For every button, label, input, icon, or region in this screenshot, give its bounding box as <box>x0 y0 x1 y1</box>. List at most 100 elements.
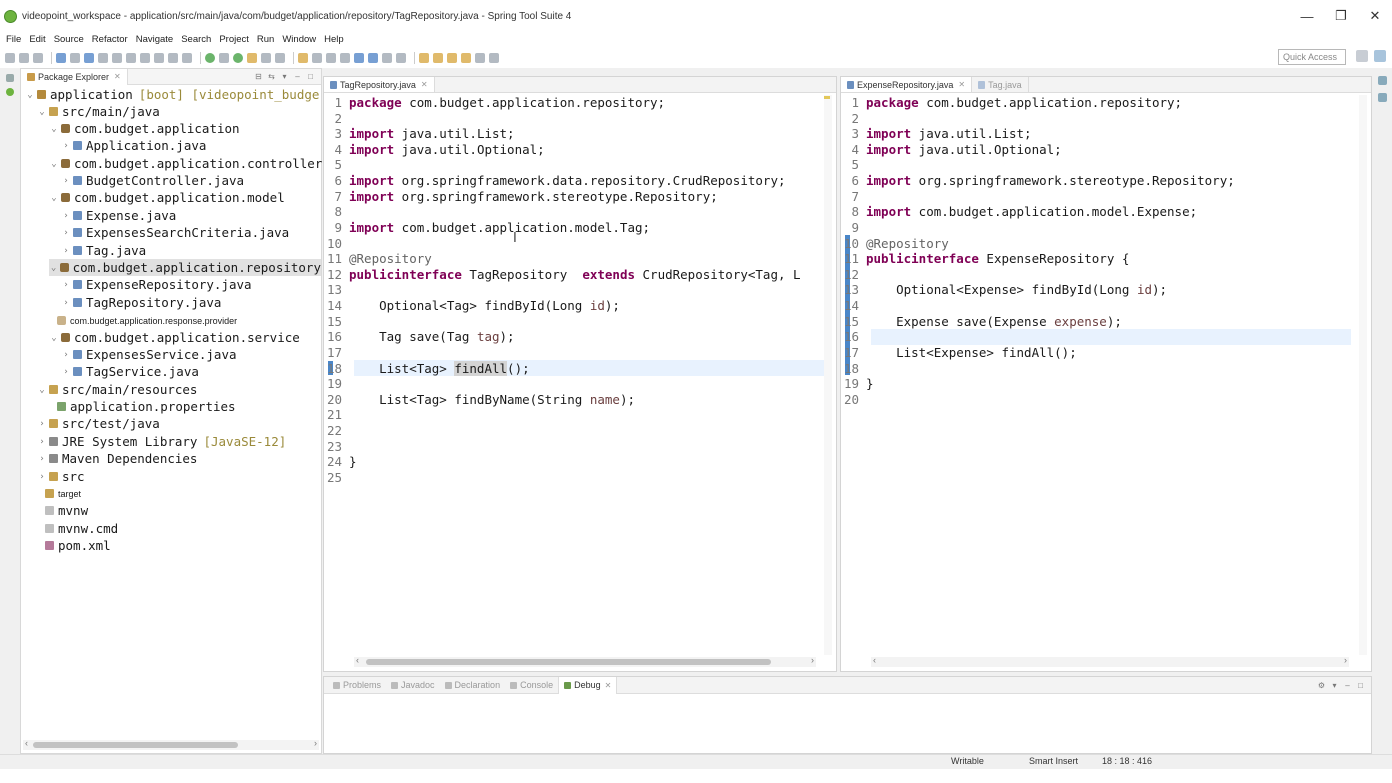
tree-item-file[interactable]: › ExpensesSearchCriteria.java <box>61 224 361 241</box>
quick-access-input[interactable]: Quick Access <box>1278 49 1346 65</box>
step-over-icon[interactable] <box>168 52 178 63</box>
boot-dashboard-trim-icon[interactable] <box>6 74 14 82</box>
collapsed-icon[interactable]: › <box>61 176 71 186</box>
tab-javadoc[interactable]: Javadoc <box>386 680 440 690</box>
stop-icon[interactable] <box>261 52 271 63</box>
new-icon[interactable] <box>5 52 15 63</box>
relaunch-icon[interactable] <box>275 52 285 63</box>
expanded-icon[interactable]: ⌄ <box>49 159 59 169</box>
status-insert-mode[interactable]: Smart Insert <box>1029 756 1078 766</box>
tab-console[interactable]: Console <box>505 680 558 690</box>
task-list-trim-icon[interactable] <box>1377 93 1387 102</box>
tree-item-jre[interactable]: › JRE System Library [JavaSE-12] <box>37 433 337 450</box>
tab-expense-repository[interactable]: ExpenseRepository.java ✕ <box>841 77 973 92</box>
terminate-icon[interactable] <box>126 52 136 63</box>
close-tab-icon[interactable]: ✕ <box>114 72 121 81</box>
maximize-view-icon[interactable]: □ <box>306 72 315 81</box>
tab-declaration[interactable]: Declaration <box>440 680 506 690</box>
tree-item-package[interactable]: ⌄ com.budget.application <box>49 120 349 137</box>
next-annotation-icon[interactable] <box>419 52 429 63</box>
collapsed-icon[interactable]: › <box>37 454 47 464</box>
spring-trim-icon[interactable] <box>6 88 14 96</box>
outline-trim-icon[interactable] <box>1377 76 1387 85</box>
tree-item-file[interactable]: mvnw <box>43 502 343 519</box>
collapsed-icon[interactable]: › <box>61 141 71 151</box>
package-explorer-tab[interactable]: Package Explorer ✕ <box>21 68 128 85</box>
tree-item-file[interactable]: › Application.java <box>61 137 361 154</box>
skip-breakpoints-icon[interactable] <box>70 52 80 63</box>
collapsed-icon[interactable]: › <box>37 437 47 447</box>
disconnect-icon[interactable] <box>140 52 150 63</box>
horizontal-scrollbar[interactable]: ‹ › <box>23 738 319 750</box>
expanded-icon[interactable]: ⌄ <box>49 193 59 203</box>
overview-ruler[interactable] <box>1359 95 1367 655</box>
new-package-icon[interactable] <box>312 52 322 63</box>
search-icon[interactable] <box>354 52 364 63</box>
expanded-icon[interactable]: ⌄ <box>49 124 59 134</box>
scroll-right-icon[interactable]: › <box>314 738 317 748</box>
menu-file[interactable]: File <box>6 34 21 45</box>
save-all-icon[interactable] <box>33 52 43 63</box>
view-menu-icon[interactable]: ▾ <box>1330 681 1339 690</box>
maximize-view-icon[interactable]: □ <box>1356 681 1365 690</box>
expanded-icon[interactable]: ⌄ <box>37 107 47 117</box>
tree-item-file[interactable]: application.properties <box>55 398 355 415</box>
tree-item-file[interactable]: › Expense.java <box>61 207 361 224</box>
show-whitespace-icon[interactable] <box>396 52 406 63</box>
tree-item-target[interactable]: target <box>43 485 343 502</box>
status-cursor-position[interactable]: 18 : 18 : 416 <box>1102 756 1152 766</box>
collapsed-icon[interactable]: › <box>61 350 71 360</box>
menu-refactor[interactable]: Refactor <box>92 34 128 45</box>
menu-search[interactable]: Search <box>181 34 211 45</box>
java-perspective-icon[interactable] <box>1374 50 1386 62</box>
collapsed-icon[interactable]: › <box>61 367 71 377</box>
step-into-icon[interactable] <box>154 52 164 63</box>
debug-toolbar-icon[interactable]: ⚙ <box>1317 681 1326 690</box>
tree-item-maven[interactable]: › Maven Dependencies <box>37 450 337 467</box>
tree-item-package-selected[interactable]: ⌄ com.budget.application.repository <box>49 259 321 276</box>
expanded-icon[interactable]: ⌄ <box>49 333 59 343</box>
menu-navigate[interactable]: Navigate <box>136 34 174 45</box>
expanded-icon[interactable]: ⌄ <box>37 385 47 395</box>
tab-tag-repository[interactable]: TagRepository.java ✕ <box>324 77 435 92</box>
close-button[interactable]: ✕ <box>1358 0 1392 32</box>
scroll-left-icon[interactable]: ‹ <box>356 655 359 665</box>
menu-project[interactable]: Project <box>219 34 249 45</box>
tree-item-package[interactable]: ⌄ com.budget.application.controller <box>49 155 349 172</box>
terminal-icon[interactable] <box>56 52 66 63</box>
minimize-view-icon[interactable]: – <box>293 72 302 81</box>
collapsed-icon[interactable]: › <box>61 228 71 238</box>
toggle-block-selection-icon[interactable] <box>382 52 392 63</box>
tree-item-file[interactable]: › TagRepository.java <box>61 294 361 311</box>
step-return-icon[interactable] <box>182 52 192 63</box>
last-edit-location-icon[interactable] <box>447 52 457 63</box>
tab-debug[interactable]: Debug ✕ <box>558 676 618 694</box>
forward-icon[interactable] <box>475 52 485 63</box>
tree-item-src-main-java[interactable]: ⌄ src/main/java <box>37 103 337 120</box>
expanded-icon[interactable]: ⌄ <box>25 90 35 100</box>
tree-item-file[interactable]: › TagService.java <box>61 363 361 380</box>
tree-item-empty-package[interactable]: com.budget.application.response.provider <box>55 312 355 329</box>
scroll-right-icon[interactable]: › <box>1344 655 1347 665</box>
boot-dashboard-icon[interactable] <box>205 52 215 63</box>
tree-item-src-test-java[interactable]: › src/test/java <box>37 415 337 432</box>
scroll-left-icon[interactable]: ‹ <box>25 738 28 748</box>
collapsed-icon[interactable]: › <box>37 472 47 482</box>
collapsed-icon[interactable]: › <box>61 298 71 308</box>
pin-editor-icon[interactable] <box>489 52 499 63</box>
tree-item-file[interactable]: pom.xml <box>43 537 343 554</box>
tree-item-file[interactable]: › BudgetController.java <box>61 172 361 189</box>
tree-item-src-main-resources[interactable]: ⌄ src/main/resources <box>37 381 337 398</box>
tree-item-package[interactable]: ⌄ com.budget.application.model <box>49 189 349 206</box>
minimize-button[interactable]: — <box>1290 0 1324 32</box>
scrollbar-thumb[interactable] <box>33 742 238 748</box>
collapsed-icon[interactable]: › <box>37 419 47 429</box>
collapse-all-icon[interactable]: ⊟ <box>254 72 263 81</box>
save-icon[interactable] <box>19 52 29 63</box>
tree-item-file[interactable]: › Tag.java <box>61 242 361 259</box>
collapsed-icon[interactable]: › <box>61 211 71 221</box>
menu-run[interactable]: Run <box>257 34 274 45</box>
collapsed-icon[interactable]: › <box>61 246 71 256</box>
new-class-icon[interactable] <box>326 52 336 63</box>
minimize-view-icon[interactable]: – <box>1343 681 1352 690</box>
